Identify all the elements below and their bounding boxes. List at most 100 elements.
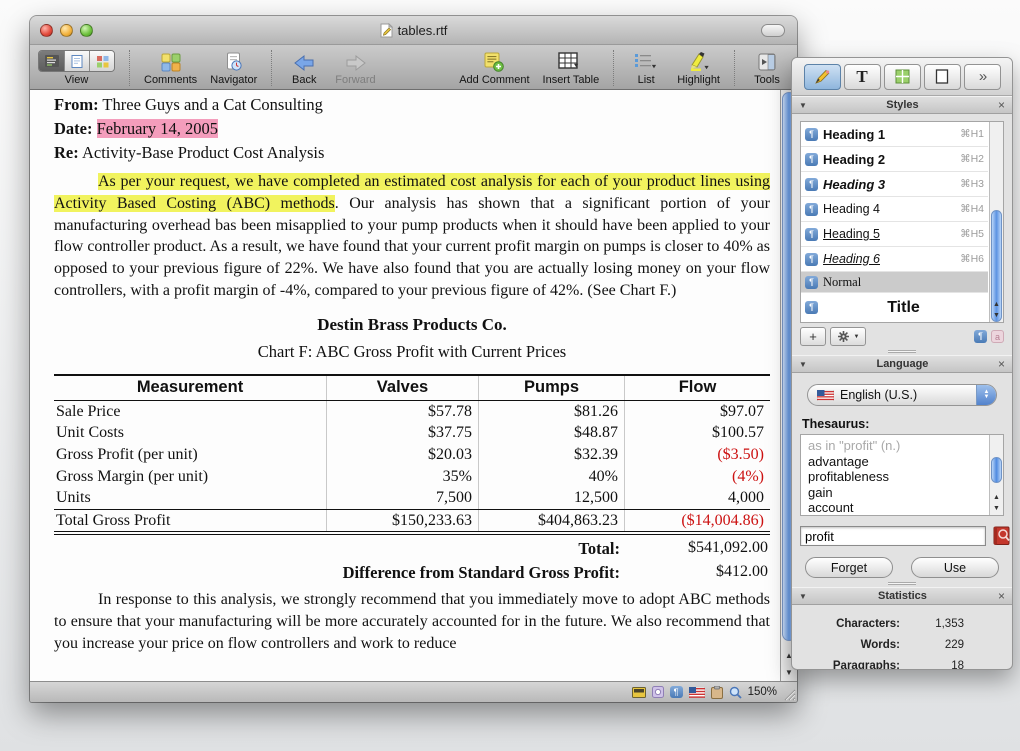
insert-table-label: Insert Table bbox=[542, 74, 600, 86]
style-shortcut: ⌘H1 bbox=[960, 128, 984, 140]
thesaurus-entry[interactable]: advantage bbox=[808, 454, 985, 470]
text-tools-tab[interactable]: T bbox=[843, 63, 881, 90]
table-icon bbox=[895, 69, 910, 84]
view-segmented-control[interactable] bbox=[38, 50, 115, 72]
statistics-section-header[interactable]: ▼ Statistics × bbox=[792, 587, 1012, 605]
forget-button[interactable]: Forget bbox=[805, 557, 893, 578]
character-styles-filter-icon[interactable]: a bbox=[991, 330, 1004, 343]
paragraph-style-icon: ¶ bbox=[805, 127, 818, 141]
back-icon bbox=[293, 50, 315, 72]
selected-language: English (U.S.) bbox=[840, 388, 918, 402]
draft-view-segment[interactable] bbox=[39, 51, 64, 71]
tools-button[interactable]: Tools bbox=[749, 50, 785, 86]
chevron-double-icon: » bbox=[978, 68, 987, 85]
navigator-button[interactable]: Navigator bbox=[210, 50, 257, 86]
document-canvas[interactable]: From: Three Guys and a Cat Consulting Da… bbox=[30, 90, 780, 681]
close-section-icon[interactable]: × bbox=[998, 99, 1005, 111]
toolbar-toggle-button[interactable] bbox=[761, 24, 785, 37]
close-button[interactable] bbox=[40, 23, 53, 37]
style-item-heading-5[interactable]: ¶ Heading 5 ⌘H5 bbox=[801, 222, 988, 247]
style-label: Heading 4 bbox=[823, 202, 880, 216]
writing-tools-tab[interactable] bbox=[803, 63, 841, 90]
thesaurus-scrollbar-thumb[interactable] bbox=[991, 457, 1002, 483]
thesaurus-scrollbar[interactable]: ▲ ▼ bbox=[989, 435, 1003, 515]
zoom-status-icon[interactable] bbox=[729, 686, 742, 699]
zoom-button[interactable] bbox=[80, 23, 93, 37]
back-button[interactable]: Back bbox=[286, 50, 322, 86]
style-item-heading-1[interactable]: ¶ Heading 1 ⌘H1 bbox=[801, 122, 988, 147]
palette-divider[interactable] bbox=[792, 346, 1012, 355]
paragraph-status-icon[interactable]: ¶ bbox=[669, 686, 683, 698]
dropdown-stepper-icon: ▲ ▼ bbox=[976, 385, 996, 405]
grid-view-segment[interactable] bbox=[89, 51, 114, 71]
thesaurus-entry[interactable]: gain bbox=[808, 485, 985, 501]
tools-icon bbox=[758, 50, 776, 72]
insert-table-button[interactable]: Insert Table bbox=[542, 50, 600, 86]
more-tools-tab[interactable]: » bbox=[963, 63, 1001, 90]
language-flag-status-icon[interactable] bbox=[688, 686, 705, 698]
disclosure-triangle-icon[interactable]: ▼ bbox=[799, 592, 807, 601]
style-shortcut: ⌘H2 bbox=[960, 153, 984, 165]
stat-label: Paragraphs: bbox=[832, 659, 900, 670]
highlight-button[interactable]: Highlight bbox=[677, 50, 720, 86]
minimize-button[interactable] bbox=[60, 23, 73, 37]
page-view-segment[interactable] bbox=[64, 51, 89, 71]
body-paragraph-2: In response to this analysis, we strongl… bbox=[54, 591, 770, 652]
style-item-normal-selected[interactable]: ¶ Normal bbox=[801, 272, 988, 293]
style-item-heading-3[interactable]: ¶ Heading 3 ⌘H3 bbox=[801, 172, 988, 197]
page-tools-tab[interactable] bbox=[923, 63, 961, 90]
stamp-status-icon[interactable] bbox=[651, 686, 664, 698]
close-section-icon[interactable]: × bbox=[998, 358, 1005, 370]
disclosure-triangle-icon[interactable]: ▼ bbox=[799, 360, 807, 369]
scroll-up-icon[interactable]: ▲ bbox=[993, 492, 1000, 503]
difference-value: $412.00 bbox=[716, 563, 768, 581]
style-label: Title bbox=[887, 298, 920, 316]
thesaurus-sense[interactable]: as in "profit" (n.) bbox=[808, 438, 985, 454]
thesaurus-search-input[interactable] bbox=[800, 526, 986, 546]
comments-button[interactable]: Comments bbox=[144, 50, 197, 86]
zoom-level[interactable]: 150% bbox=[748, 686, 777, 698]
add-comment-button[interactable]: Add Comment bbox=[459, 50, 530, 86]
scroll-up-icon[interactable]: ▲ bbox=[993, 299, 1000, 310]
row-flow: $100.57 bbox=[624, 422, 770, 444]
thesaurus-entry[interactable]: profitableness bbox=[808, 469, 985, 485]
style-actions-button[interactable]: ▼ bbox=[830, 327, 866, 346]
style-item-title[interactable]: ¶ Title bbox=[801, 293, 988, 322]
scroll-down-icon[interactable]: ▼ bbox=[993, 503, 1000, 514]
table-tools-tab[interactable] bbox=[883, 63, 921, 90]
disclosure-triangle-icon[interactable]: ▼ bbox=[799, 101, 807, 110]
add-style-button[interactable]: + bbox=[800, 327, 826, 346]
style-item-heading-4[interactable]: ¶ Heading 4 ⌘H4 bbox=[801, 197, 988, 222]
close-section-icon[interactable]: × bbox=[998, 590, 1005, 602]
note-status-icon[interactable] bbox=[631, 686, 646, 698]
styles-scrollbar[interactable]: ▲ ▼ bbox=[989, 122, 1003, 322]
use-button[interactable]: Use bbox=[911, 557, 999, 578]
titlebar[interactable]: tables.rtf bbox=[30, 16, 797, 45]
row-flow-negative: ($3.50) bbox=[624, 443, 770, 466]
scroll-down-icon[interactable]: ▼ bbox=[993, 310, 1000, 321]
style-item-heading-2[interactable]: ¶ Heading 2 ⌘H2 bbox=[801, 147, 988, 172]
stat-label: Words: bbox=[860, 638, 900, 651]
language-section-header[interactable]: ▼ Language × bbox=[792, 355, 1012, 373]
thesaurus-entry[interactable]: account bbox=[808, 500, 985, 516]
list-button[interactable]: List bbox=[628, 50, 664, 86]
language-dropdown[interactable]: English (U.S.) ▲ ▼ bbox=[807, 384, 997, 406]
forward-button[interactable]: Forward bbox=[335, 50, 376, 86]
paragraph-styles-filter-icon[interactable]: ¶ bbox=[974, 330, 987, 343]
comments-icon bbox=[161, 50, 181, 72]
palette-divider[interactable] bbox=[792, 578, 1012, 587]
dictionary-icon[interactable] bbox=[991, 526, 1012, 546]
tools-palette: T » ▼ Styles × ¶ Heading 1 ⌘H1 ¶ Heading… bbox=[791, 57, 1013, 670]
clipboard-status-icon[interactable] bbox=[710, 685, 723, 699]
language-section-title: Language bbox=[876, 358, 929, 370]
stat-words: Words: 229 bbox=[802, 634, 1012, 655]
view-control[interactable]: View bbox=[38, 50, 115, 86]
add-comment-label: Add Comment bbox=[459, 74, 530, 86]
company-title: Destin Brass Products Co. bbox=[317, 314, 507, 334]
resize-grip[interactable] bbox=[782, 687, 796, 701]
stat-value: 18 bbox=[951, 659, 964, 670]
chart-subtitle: Chart F: ABC Gross Profit with Current P… bbox=[257, 341, 567, 361]
toolbar-separator bbox=[613, 50, 615, 86]
style-item-heading-6[interactable]: ¶ Heading 6 ⌘H6 bbox=[801, 247, 988, 272]
styles-section-header[interactable]: ▼ Styles × bbox=[792, 96, 1012, 114]
